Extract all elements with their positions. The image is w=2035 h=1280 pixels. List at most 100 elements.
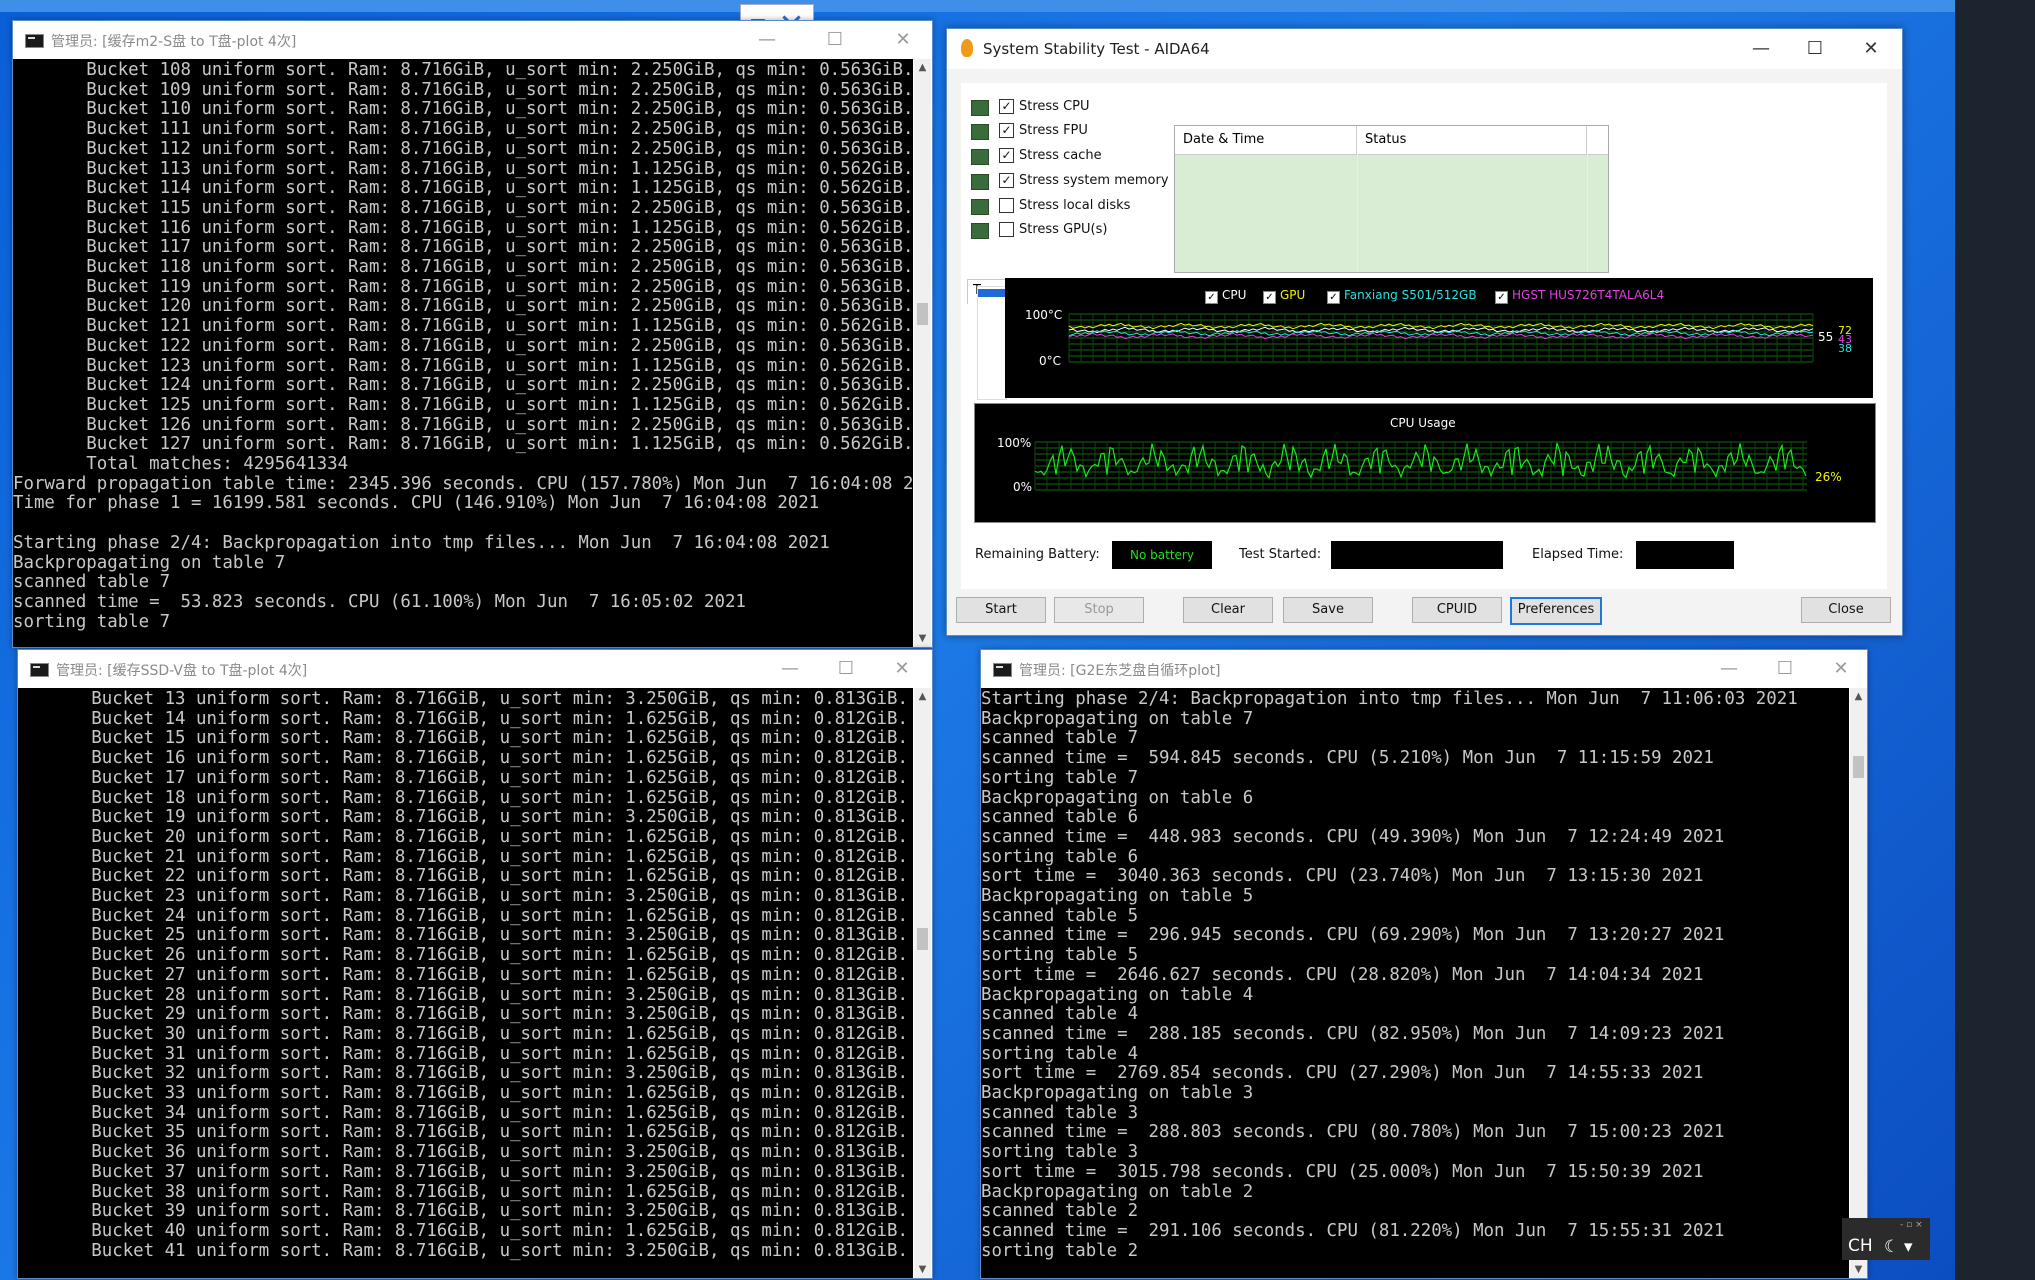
aida-flame-icon	[961, 39, 973, 57]
save-button[interactable]: Save	[1283, 597, 1373, 623]
console-window-plot-ssd[interactable]: 管理员: [缓存SSD-V盘 to T盘-plot 4次] — ☐ ✕ Buck…	[17, 649, 933, 1279]
ime-tray[interactable]: CH ☾ ▾ - ▫ ×	[1842, 1218, 1930, 1260]
scroll-thumb[interactable]	[917, 303, 928, 325]
maximize-button[interactable]: ☐	[1763, 654, 1807, 684]
scroll-up-icon[interactable]: ▲	[914, 688, 931, 705]
stress-label: Stress system memory	[1019, 173, 1169, 188]
test-started-label: Test Started:	[1239, 547, 1322, 562]
scroll-thumb[interactable]	[1853, 756, 1864, 778]
console-icon	[993, 663, 1012, 677]
cpu-chip-icon	[971, 100, 989, 116]
vertical-scrollbar[interactable]: ▲ ▼	[914, 688, 931, 1278]
stress-checkbox[interactable]: ✓	[999, 99, 1014, 114]
stress-checkbox[interactable]: ✓	[999, 148, 1014, 163]
monitor-icon	[971, 223, 989, 239]
battery-value: No battery	[1112, 541, 1212, 569]
scroll-down-icon[interactable]: ▼	[1850, 1261, 1867, 1278]
stress-label: Stress cache	[1019, 148, 1102, 163]
scroll-thumb[interactable]	[917, 928, 928, 950]
console-icon	[25, 34, 44, 48]
close-app-button[interactable]: Close	[1801, 597, 1891, 623]
vertical-scrollbar[interactable]: ▲ ▼	[1850, 688, 1867, 1278]
cpu-current-value: 26%	[1815, 470, 1842, 484]
stress-checkbox[interactable]	[999, 198, 1014, 213]
console-text: Bucket 13 uniform sort. Ram: 8.716GiB, u…	[91, 689, 908, 1261]
memory-module-icon	[971, 174, 989, 190]
stress-checkbox[interactable]: ✓	[999, 173, 1014, 188]
stress-option[interactable]: ✓ Stress CPU	[971, 99, 1171, 117]
column-divider	[1587, 154, 1588, 272]
col-status[interactable]: Status	[1357, 126, 1587, 154]
console-text: Bucket 108 uniform sort. Ram: 8.716GiB, …	[13, 60, 913, 632]
stress-label: Stress FPU	[1019, 123, 1088, 138]
window-title: 管理员: [G2E东芝盘自循环plot]	[1019, 663, 1221, 679]
test-started-value	[1331, 541, 1503, 569]
moon-icon[interactable]: ☾	[1884, 1237, 1899, 1257]
stress-option[interactable]: ✓ Stress FPU	[971, 123, 1171, 141]
elapsed-time-label: Elapsed Time:	[1532, 547, 1624, 562]
console-icon	[30, 663, 49, 677]
maximize-button[interactable]: ☐	[824, 654, 868, 684]
cache-chip-icon	[971, 149, 989, 165]
close-button[interactable]: ✕	[1819, 654, 1863, 684]
stress-label: Stress CPU	[1019, 99, 1090, 114]
battery-label: Remaining Battery:	[975, 547, 1100, 562]
scroll-down-icon[interactable]: ▼	[914, 630, 931, 647]
minimize-button[interactable]: —	[1737, 34, 1785, 64]
ime-language-label[interactable]: CH	[1848, 1236, 1873, 1256]
cpu-usage-plot	[1034, 441, 1807, 491]
vertical-scrollbar[interactable]: ▲ ▼	[914, 59, 931, 647]
elapsed-time-value	[1636, 541, 1734, 569]
title-bar[interactable]: 管理员: [G2E东芝盘自循环plot] — ☐ ✕	[981, 650, 1867, 688]
maximize-button[interactable]: ☐	[813, 25, 857, 55]
console-output[interactable]: Bucket 13 uniform sort. Ram: 8.716GiB, u…	[18, 688, 913, 1278]
console-window-plot-m2[interactable]: 管理员: [缓存m2-S盘 to T盘-plot 4次] — ☐ ✕ Bucke…	[12, 20, 933, 648]
stress-option[interactable]: Stress GPU(s)	[971, 222, 1171, 240]
console-output[interactable]: Bucket 108 uniform sort. Ram: 8.716GiB, …	[13, 59, 913, 647]
disk-drive-icon	[971, 199, 989, 215]
close-button[interactable]: ✕	[881, 25, 925, 55]
clear-button[interactable]: Clear	[1183, 597, 1273, 623]
minimize-button[interactable]: —	[745, 25, 789, 55]
close-button[interactable]: ✕	[880, 654, 924, 684]
desktop-topbar	[0, 0, 1955, 12]
console-window-plot-g2e[interactable]: 管理员: [G2E东芝盘自循环plot] — ☐ ✕ Starting phas…	[980, 649, 1868, 1279]
col-date-time[interactable]: Date & Time	[1175, 126, 1357, 154]
stress-option[interactable]: ✓ Stress cache	[971, 148, 1171, 166]
title-bar[interactable]: 管理员: [缓存SSD-V盘 to T盘-plot 4次] — ☐ ✕	[18, 650, 932, 688]
scroll-up-icon[interactable]: ▲	[914, 59, 931, 76]
table-header: Date & Time Status	[1175, 126, 1608, 155]
fpu-chip-icon	[971, 124, 989, 140]
scroll-down-icon[interactable]: ▼	[914, 1261, 931, 1278]
window-title: System Stability Test - AIDA64	[983, 40, 1210, 58]
console-output[interactable]: Starting phase 2/4: Backpropagation into…	[981, 688, 1849, 1278]
window-title: 管理员: [缓存SSD-V盘 to T盘-plot 4次]	[56, 663, 308, 679]
stress-checkbox[interactable]: ✓	[999, 123, 1014, 138]
title-bar[interactable]: System Stability Test - AIDA64 — ☐ ✕	[947, 29, 1902, 69]
stress-label: Stress GPU(s)	[1019, 222, 1108, 237]
temperature-graph: ✓ CPU ✓ GPU ✓ Fanxiang S501/512GB ✓ HGST HUS726…	[1005, 278, 1873, 398]
stress-checkbox[interactable]	[999, 222, 1014, 237]
stress-label: Stress local disks	[1019, 198, 1131, 213]
title-bar[interactable]: 管理员: [缓存m2-S盘 to T盘-plot 4次] — ☐ ✕	[13, 21, 932, 59]
temp-reading-1: 55	[1818, 330, 1834, 344]
temp-reading-4: 38	[1838, 342, 1852, 355]
close-button[interactable]: ✕	[1847, 34, 1895, 64]
minimize-button[interactable]: —	[768, 654, 812, 684]
temperature-plot	[1068, 313, 1814, 363]
stop-button[interactable]: Stop	[1054, 597, 1144, 623]
status-log-table[interactable]: Date & Time Status	[1174, 125, 1609, 273]
start-button[interactable]: Start	[956, 597, 1046, 623]
scroll-up-icon[interactable]: ▲	[1850, 688, 1867, 705]
sensor-list[interactable]	[977, 286, 1007, 400]
console-text: Starting phase 2/4: Backpropagation into…	[981, 689, 1798, 1261]
column-divider	[1357, 154, 1358, 272]
stress-option[interactable]: Stress local disks	[971, 198, 1171, 216]
tray-small-controls[interactable]: - ▫ ×	[1900, 1220, 1923, 1230]
shirt-icon[interactable]: ▾	[1904, 1237, 1913, 1257]
preferences-button[interactable]: Preferences	[1510, 597, 1602, 625]
stress-option[interactable]: ✓ Stress system memory	[971, 173, 1171, 191]
minimize-button[interactable]: —	[1707, 654, 1751, 684]
maximize-button[interactable]: ☐	[1791, 34, 1839, 64]
cpuid-button[interactable]: CPUID	[1412, 597, 1502, 623]
